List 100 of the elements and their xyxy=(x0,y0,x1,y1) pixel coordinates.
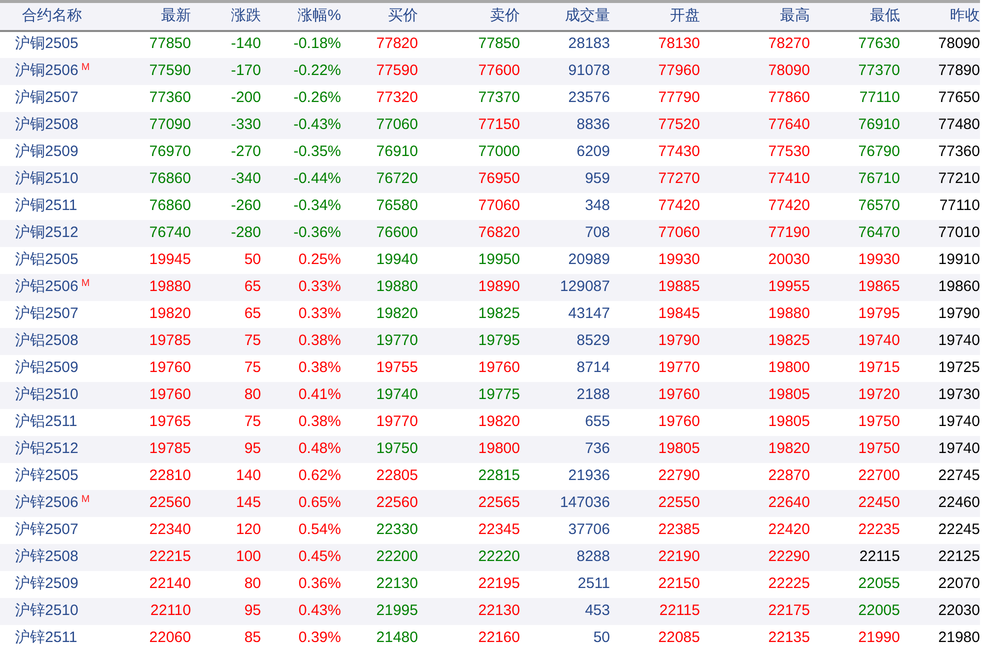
table-cell: 22805 xyxy=(376,466,418,484)
table-cell: 22030 xyxy=(938,602,980,619)
contract-name: 沪锌2509 xyxy=(15,574,78,592)
table-cell: 77190 xyxy=(768,224,810,241)
table-cell: 77590 xyxy=(376,62,418,79)
table-cell: 19755 xyxy=(376,358,418,376)
table-cell: 77090 xyxy=(149,116,191,133)
column-header[interactable]: 最新 xyxy=(110,2,191,30)
table-cell: 22810 xyxy=(149,466,191,484)
table-cell: 20989 xyxy=(568,250,610,268)
table-cell: 19880 xyxy=(376,278,418,295)
column-header[interactable]: 最低 xyxy=(810,2,900,30)
table-cell: 19770 xyxy=(376,412,418,430)
table-cell: 19825 xyxy=(478,304,520,322)
table-cell: 22700 xyxy=(858,466,900,484)
contract-name: 沪铜2511 xyxy=(15,196,78,214)
table-cell: 8288 xyxy=(576,548,610,565)
table-cell: 22115 xyxy=(659,602,700,619)
table-cell: 6209 xyxy=(576,142,610,160)
table-cell: 22130 xyxy=(376,574,418,592)
table-cell: 22070 xyxy=(938,574,980,592)
table-cell: 19785 xyxy=(149,332,191,349)
table-cell: -170 xyxy=(230,62,261,79)
table-cell: 22130 xyxy=(478,602,520,619)
table-cell: 22150 xyxy=(658,574,700,592)
table-cell: 22450 xyxy=(858,494,900,511)
table-cell: 22560 xyxy=(376,494,418,511)
column-header[interactable]: 昨收 xyxy=(900,2,980,30)
table-cell: 19820 xyxy=(768,440,810,457)
table-cell: 76860 xyxy=(149,196,191,214)
table-cell: 22460 xyxy=(938,494,980,511)
table-cell: 19765 xyxy=(149,412,191,430)
main-contract-marker: M xyxy=(81,278,90,289)
table-cell: 100 xyxy=(236,548,261,565)
table-cell: 22235 xyxy=(858,520,900,538)
table-cell: -0.44% xyxy=(293,170,341,187)
table-cell: 19950 xyxy=(478,250,520,268)
table-cell: 77110 xyxy=(939,196,980,214)
table-cell: 19760 xyxy=(149,386,191,403)
table-cell: 22225 xyxy=(768,574,810,592)
table-cell: 19750 xyxy=(858,440,900,457)
table-cell: 19785 xyxy=(149,440,191,457)
table-cell: 19760 xyxy=(658,386,700,403)
table-cell: 0.65% xyxy=(298,494,341,511)
table-cell: 22340 xyxy=(149,520,191,538)
table-cell: 80 xyxy=(244,386,261,403)
table-cell: 22190 xyxy=(658,548,700,565)
contract-name: 沪铝2512 xyxy=(15,440,78,457)
table-cell: 77060 xyxy=(478,196,520,214)
table-cell: 0.39% xyxy=(298,628,341,646)
table-cell: 76970 xyxy=(149,142,191,160)
table-cell: 19865 xyxy=(858,278,900,295)
column-header[interactable]: 成交量 xyxy=(520,2,610,30)
table-cell: 43147 xyxy=(568,304,610,322)
table-cell: -280 xyxy=(230,224,261,241)
table-cell: 77420 xyxy=(768,196,810,214)
table-cell: 0.36% xyxy=(298,574,341,592)
table-cell: 22870 xyxy=(768,466,810,484)
table-cell: 19770 xyxy=(376,332,418,349)
table-cell: 22115 xyxy=(859,548,900,565)
table-cell: 655 xyxy=(584,412,610,430)
table-cell: 0.33% xyxy=(298,304,341,322)
column-header[interactable]: 合约名称 xyxy=(0,2,110,30)
table-cell: 22245 xyxy=(938,520,980,538)
column-header[interactable]: 开盘 xyxy=(610,2,700,30)
table-cell: 22005 xyxy=(858,602,900,619)
table-cell: 77850 xyxy=(149,35,191,52)
table-cell: 21990 xyxy=(858,628,900,646)
table-cell: 77630 xyxy=(858,35,900,52)
contract-name: 沪铝2505 xyxy=(15,250,78,268)
table-cell: 65 xyxy=(244,278,261,295)
table-cell: 77650 xyxy=(938,88,980,106)
table-cell: 22745 xyxy=(938,466,980,484)
table-cell: 19940 xyxy=(376,250,418,268)
column-header[interactable]: 最高 xyxy=(700,2,810,30)
table-cell: 22125 xyxy=(938,548,980,565)
column-header[interactable]: 涨跌 xyxy=(191,2,261,30)
table-cell: 77370 xyxy=(858,62,900,79)
table-cell: 76910 xyxy=(858,116,900,133)
contract-name: 沪铝2511 xyxy=(15,412,78,430)
table-cell: 77410 xyxy=(768,170,810,187)
table-cell: 19860 xyxy=(938,278,980,295)
table-cell: 2511 xyxy=(578,574,610,592)
table-cell: 959 xyxy=(584,170,610,187)
table-cell: 19740 xyxy=(938,412,980,430)
table-cell: 22215 xyxy=(149,548,191,565)
table-cell: -200 xyxy=(230,88,261,106)
table-cell: 19750 xyxy=(376,440,418,457)
table-cell: 0.48% xyxy=(298,440,341,457)
table-cell: 19890 xyxy=(478,278,520,295)
table-cell: 19760 xyxy=(149,358,191,376)
column-header[interactable]: 买价 xyxy=(341,2,418,30)
column-header[interactable]: 卖价 xyxy=(418,2,520,30)
table-cell: -0.36% xyxy=(293,224,341,241)
column-header[interactable]: 涨幅% xyxy=(261,2,341,30)
table-cell: 75 xyxy=(244,358,261,376)
table-cell: 76910 xyxy=(376,142,418,160)
contract-name: 沪锌2507 xyxy=(15,520,78,538)
table-cell: 19750 xyxy=(858,412,900,430)
table-cell: 348 xyxy=(584,196,610,214)
